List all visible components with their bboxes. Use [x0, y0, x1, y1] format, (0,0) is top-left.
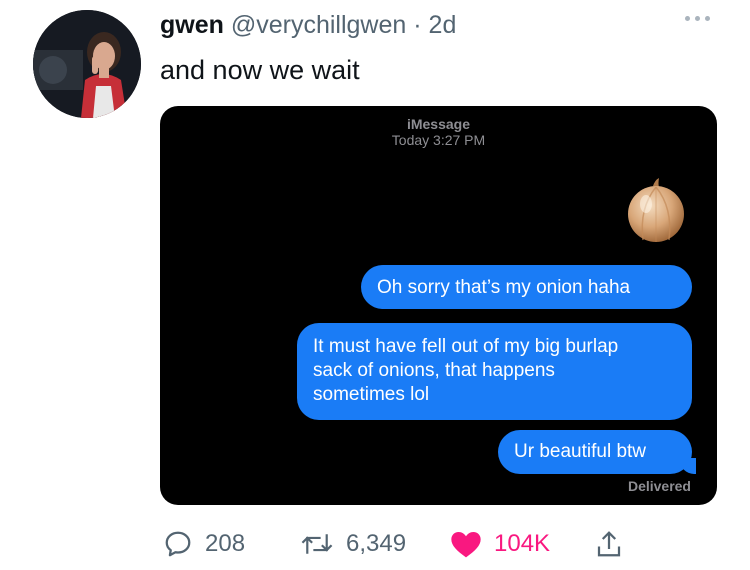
tweet-age[interactable]: 2d — [429, 11, 457, 39]
avatar-photo — [33, 10, 141, 118]
delivery-status: Delivered — [627, 478, 691, 494]
message-bubble: Ur beautiful btw — [498, 430, 696, 474]
like-count: 104K — [494, 530, 551, 557]
tweet-header: gwen @verychillgwen · 2d — [160, 10, 456, 40]
message-bubble: Oh sorry that’s my onion haha — [361, 265, 692, 309]
share-button[interactable] — [594, 524, 624, 564]
like-button[interactable]: 104K — [450, 524, 550, 564]
message-bubble: It must have fell out of my big burlap s… — [297, 323, 692, 420]
imessage-timestamp: Today 3:27 PM — [391, 132, 486, 148]
heart-icon — [451, 532, 481, 558]
author-handle[interactable]: @verychillgwen — [231, 11, 406, 39]
retweet-button[interactable]: 6,349 — [300, 524, 406, 564]
reply-count: 208 — [205, 530, 246, 557]
author-name[interactable]: gwen — [160, 11, 224, 39]
retweet-icon — [301, 534, 333, 554]
reply-icon — [165, 531, 191, 557]
tweet-actions: 208 6,349 104K — [0, 524, 750, 564]
tweet-media-image[interactable]: iMessage Today 3:27 PM Oh sorry that’s m… — [160, 106, 717, 505]
separator: · — [413, 11, 422, 39]
share-icon — [597, 531, 621, 557]
more-options-icon[interactable] — [683, 8, 713, 28]
onion-emoji-icon — [628, 178, 684, 242]
avatar[interactable] — [33, 10, 141, 118]
tweet-text: and now we wait — [160, 55, 360, 85]
retweet-count: 6,349 — [346, 530, 407, 557]
imessage-service-label: iMessage — [406, 116, 471, 132]
reply-button[interactable]: 208 — [163, 524, 245, 564]
